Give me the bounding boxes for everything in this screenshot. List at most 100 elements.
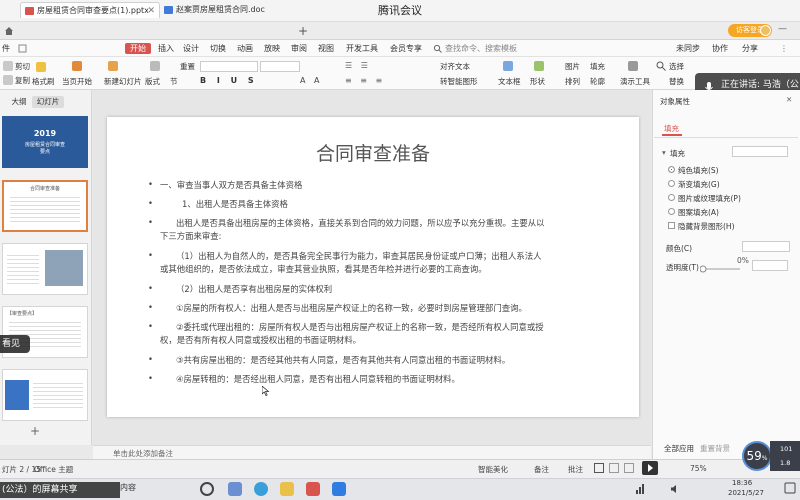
menu-developer[interactable]: 开发工具	[346, 43, 378, 54]
menu-view[interactable]: 视图	[318, 43, 334, 54]
notification-icon[interactable]	[784, 482, 796, 494]
slide-text-line[interactable]: 或其他组织的，是否依法成立，审查其营业执照，看其是否年检并进行必要的工商查询。	[160, 263, 487, 275]
align-text-button[interactable]: 对齐文本	[440, 61, 470, 72]
add-tab-button[interactable]: +	[296, 22, 310, 40]
play-from-current-icon[interactable]	[72, 61, 82, 71]
color-picker[interactable]	[742, 241, 790, 252]
transparency-input[interactable]	[752, 260, 788, 271]
fill-dropdown[interactable]	[732, 146, 788, 157]
new-slide-icon[interactable]	[108, 61, 118, 71]
replace-button[interactable]: 替换	[669, 76, 684, 87]
add-slide-button[interactable]: +	[30, 424, 40, 438]
slide-text-line[interactable]: ②委托或代理出租的：房屋所有权人是否与出租房屋产权证上的名称一致，是否经所有权人…	[176, 321, 544, 333]
more-icon[interactable]: ⋮	[780, 43, 788, 54]
menu-insert[interactable]: 插入	[158, 43, 174, 54]
slide-title[interactable]: 合同审查准备	[107, 139, 639, 166]
align-icon[interactable]: ≡ ≡ ≡	[345, 76, 385, 85]
layout-button[interactable]: 版式	[145, 76, 160, 87]
text-box-icon[interactable]	[503, 61, 513, 71]
wps-icon[interactable]	[306, 482, 320, 496]
convert-smartart-button[interactable]: 转智能图形	[440, 76, 478, 87]
layout-icon[interactable]	[150, 61, 160, 71]
slide-text-line[interactable]: 一、审查当事人双方是否具备主体资格	[160, 179, 302, 191]
slide-text-line[interactable]: ③共有房屋出租的：是否经其他共有人同意，是否有其他共有人同意出租的书面证明材料。	[176, 354, 510, 366]
command-search-input[interactable]: 查找命令、搜索模板	[445, 43, 517, 54]
cut-button[interactable]: 剪切	[15, 61, 30, 72]
section-button[interactable]: 节	[170, 76, 178, 87]
font-style-buttons[interactable]: B I U S	[200, 76, 258, 85]
new-slide-button[interactable]: 新建幻灯片	[104, 76, 142, 87]
font-color-icon[interactable]: A A	[300, 76, 323, 85]
tab-fill[interactable]: 填充	[664, 123, 679, 134]
format-painter-button[interactable]: 格式刷	[32, 76, 55, 87]
copy-button[interactable]: 复制	[15, 75, 30, 86]
presentation-tools-button[interactable]: 演示工具	[620, 76, 650, 87]
menu-quick-icons[interactable]	[18, 44, 27, 53]
menu-animation[interactable]: 动画	[237, 43, 253, 54]
tab-outline[interactable]: 大纲	[8, 96, 30, 108]
play-slideshow-button[interactable]	[642, 461, 658, 475]
slide-thumbnail-5[interactable]	[2, 369, 88, 421]
menu-member[interactable]: 会员专享	[390, 43, 422, 54]
sorter-view-icon[interactable]	[609, 463, 619, 473]
slide-text-line[interactable]: （2）出租人是否享有出租房屋的实体权利	[176, 283, 332, 295]
taskbar-search[interactable]: 内容	[120, 482, 136, 493]
find-icon[interactable]	[656, 61, 666, 71]
menu-transition[interactable]: 切换	[210, 43, 226, 54]
reset-background-button[interactable]: 重置背景	[700, 443, 730, 454]
select-button[interactable]: 选择	[669, 61, 684, 72]
menu-review[interactable]: 审阅	[291, 43, 307, 54]
wifi-icon[interactable]	[636, 484, 644, 494]
slide-text-line[interactable]: 1、出租人是否具备主体资格	[182, 198, 288, 210]
tab-pptx[interactable]: 房屋租赁合同审查要点(1).pptx ✕	[20, 2, 160, 18]
avatar[interactable]	[760, 25, 771, 36]
close-icon[interactable]: ✕	[786, 95, 792, 104]
text-box-button[interactable]: 文本框	[498, 76, 521, 87]
cut-icon[interactable]	[3, 61, 13, 71]
shape-icon[interactable]	[534, 61, 544, 71]
arrange-button[interactable]: 排列	[565, 76, 580, 87]
slide-text-line[interactable]: 出租人是否具备出租房屋的主体资格，直接关系到合同的效力问题，所以应予以充分重视。…	[176, 217, 545, 229]
slide-text-line[interactable]: ①房屋的所有权人：出租人是否与出租房屋产权证上的名称一致，必要时到房屋管理部门查…	[176, 302, 527, 314]
notes-toggle-button[interactable]: 备注	[534, 464, 549, 475]
picture-button[interactable]: 图片	[565, 61, 580, 72]
copy-icon[interactable]	[3, 75, 13, 85]
menu-file[interactable]: 件	[2, 43, 10, 54]
list-icon[interactable]: ☰ ☰	[345, 61, 371, 70]
menu-slideshow[interactable]: 放映	[264, 43, 280, 54]
reading-view-icon[interactable]	[624, 463, 634, 473]
slide-text-line[interactable]: （1）出租人为自然人的，是否具备完全民事行为能力，审查其居民身份证或户口薄；出租…	[176, 250, 541, 262]
radio-picture-fill[interactable]	[668, 194, 675, 201]
outline-button[interactable]: 轮廓	[590, 76, 605, 87]
slide-text-line[interactable]: ④房屋转租的：是否经出租人同意，是否有出租人同意转租的书面证明材料。	[176, 373, 460, 385]
hide-background-checkbox[interactable]	[668, 222, 675, 229]
collaborate-button[interactable]: 协作	[712, 43, 728, 54]
slide-text-line[interactable]: 下三方面来审查:	[160, 230, 221, 242]
radio-solid-fill[interactable]	[668, 166, 675, 173]
home-icon[interactable]	[4, 26, 14, 36]
search-icon[interactable]	[433, 44, 442, 53]
slide-thumbnail-2[interactable]: 合同审查准备	[2, 180, 88, 232]
close-icon[interactable]: ✕	[147, 3, 155, 19]
volume-icon[interactable]	[670, 484, 680, 494]
apply-all-button[interactable]: 全部应用	[664, 443, 694, 454]
notes-pane[interactable]: 单击此处添加备注	[93, 445, 651, 459]
menu-start[interactable]: 开始	[125, 43, 151, 54]
normal-view-icon[interactable]	[594, 463, 604, 473]
grid-app-icon[interactable]	[228, 482, 242, 496]
app-icon[interactable]	[332, 482, 346, 496]
slide-text-line[interactable]: 权，是否有所有权人同意或授权出租的书面证明材料。	[160, 334, 361, 346]
menu-design[interactable]: 设计	[183, 43, 199, 54]
chevron-down-icon[interactable]: ▾	[662, 148, 666, 157]
format-painter-icon[interactable]	[36, 62, 46, 72]
slide-thumbnail-1[interactable]: 2019 房屋租赁合同审查 要点	[2, 116, 88, 168]
tab-doc[interactable]: 赵案贾房屋租赁合同.doc	[160, 2, 288, 18]
presentation-tools-icon[interactable]	[628, 61, 638, 71]
file-explorer-icon[interactable]	[280, 482, 294, 496]
from-current-button[interactable]: 当页开始	[62, 76, 92, 87]
sync-status[interactable]: 未同步	[676, 43, 700, 54]
slide-thumbnail-3[interactable]	[2, 243, 88, 295]
smart-beautify-button[interactable]: 智能美化	[478, 464, 508, 475]
reset-button[interactable]: 重置	[180, 61, 195, 72]
radio-pattern-fill[interactable]	[668, 208, 675, 215]
